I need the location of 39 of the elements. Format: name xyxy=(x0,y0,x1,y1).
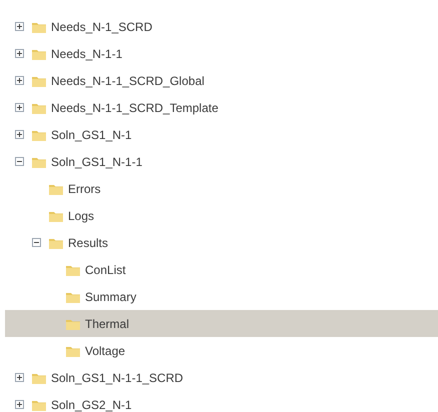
folder-name: Needs_N-1-1_SCRD_Global xyxy=(51,72,204,90)
expand-toggle[interactable] xyxy=(15,400,24,409)
tree-item[interactable]: Needs_N-1-1_SCRD_Template xyxy=(5,94,438,121)
tree-item[interactable]: Soln_GS2_N-1 xyxy=(5,391,438,412)
expand-toggle[interactable] xyxy=(15,76,24,85)
folder-name: Needs_N-1-1_SCRD_Template xyxy=(51,100,218,116)
tree-item[interactable]: Needs_N-1-1_SCRD_Global xyxy=(5,67,438,94)
folder-name: Errors xyxy=(68,180,101,198)
tree-item[interactable]: Soln_GS1_N-1 xyxy=(5,121,438,148)
tree-item[interactable]: Logs xyxy=(5,202,438,229)
folder-name: Summary xyxy=(85,288,136,306)
tree-item[interactable]: ConList xyxy=(5,256,438,283)
expand-toggle[interactable] xyxy=(15,22,24,31)
folder-name: ConList xyxy=(85,262,126,278)
expand-toggle[interactable] xyxy=(15,49,24,58)
collapse-toggle[interactable] xyxy=(32,238,41,247)
tree-item[interactable]: Soln_GS1_N-1-1_SCRD xyxy=(5,364,438,391)
expand-toggle[interactable] xyxy=(15,373,24,382)
folder-name: Soln_GS2_N-1 xyxy=(51,396,132,412)
expand-toggle[interactable] xyxy=(15,103,24,112)
folder-name: Soln_GS1_N-1-1 xyxy=(51,154,142,170)
tree-item[interactable]: Voltage xyxy=(5,337,438,364)
folder-name: Soln_GS1_N-1 xyxy=(51,126,132,144)
tree-item[interactable]: Thermal xyxy=(5,310,438,337)
folder-name: Logs xyxy=(68,208,94,224)
tree-item[interactable]: Needs_N-1-1 xyxy=(5,40,438,67)
tree-item[interactable]: Soln_GS1_N-1-1 xyxy=(5,148,438,175)
tree-item[interactable]: Results xyxy=(5,229,438,256)
collapse-toggle[interactable] xyxy=(15,157,24,166)
folder-name: Results xyxy=(68,234,108,252)
expand-toggle[interactable] xyxy=(15,130,24,139)
tree-item[interactable]: Errors xyxy=(5,175,438,202)
folder-name: Thermal xyxy=(85,316,130,332)
folder-name: Needs_N-1-1 xyxy=(51,46,122,62)
tree-item[interactable]: Needs_N-1_SCRD xyxy=(5,13,438,40)
folder-name: Voltage xyxy=(85,342,126,360)
folder-name: Needs_N-1_SCRD xyxy=(51,18,152,36)
tree-item[interactable]: Summary xyxy=(5,283,438,310)
folder-name: Soln_GS1_N-1-1_SCRD xyxy=(51,370,184,386)
